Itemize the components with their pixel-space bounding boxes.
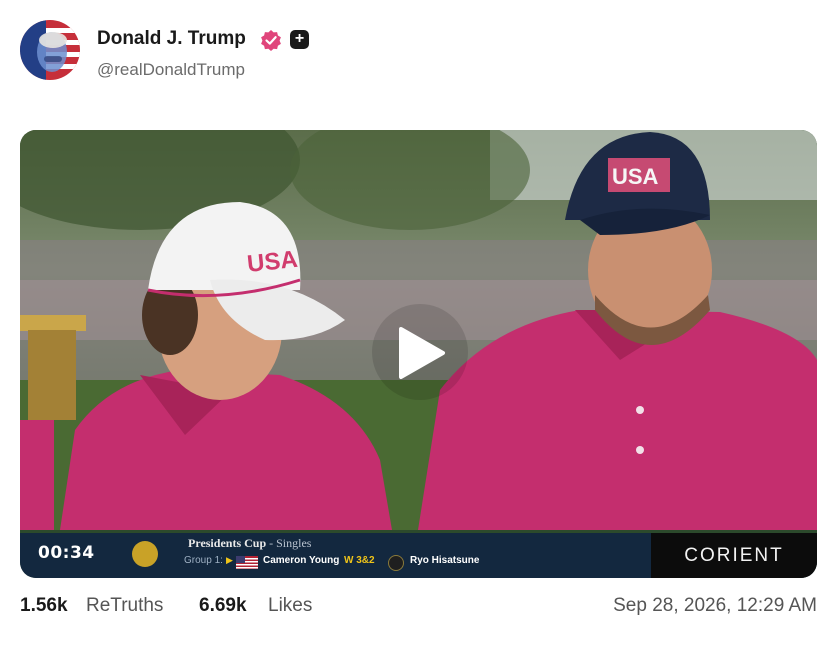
retruths-count[interactable]: 1.56k [20,595,68,617]
us-flag-icon [236,556,258,569]
likes-count[interactable]: 6.69k [199,595,247,617]
verified-badge-icon [261,30,281,51]
sponsor-label: CORIENT [651,533,817,578]
event-name: Presidents Cup [188,536,267,550]
retruths-label[interactable]: ReTruths [86,595,163,617]
svg-text:USA: USA [246,246,299,278]
likes-label[interactable]: Likes [268,595,312,617]
author-handle[interactable]: @realDonaldTrump [97,60,245,80]
player2-name: Ryo Hisatsune [410,555,480,566]
presidents-cup-logo-icon [132,541,158,567]
match-result: W 3&2 [344,555,375,566]
post-stats: 1.56k ReTruths 6.69k Likes Sep 28, 2026,… [20,595,820,621]
svg-text:USA: USA [612,164,659,189]
author-display-name[interactable]: Donald J. Trump [97,28,246,50]
event-format: - Singles [269,536,312,550]
player1-name: Cameron Young [263,555,340,566]
event-title: Presidents Cup - Singles [188,536,311,551]
plus-badge-icon: + [290,30,309,49]
video-scorebug: 00:34 Presidents Cup - Singles Group 1: … [20,533,817,578]
group-label: Group 1: [184,555,223,566]
arrow-icon: ▶ [226,555,233,565]
avatar-image [20,20,80,80]
author-avatar[interactable] [20,20,80,80]
video-player[interactable]: USA USA 00:34 Presidents Cup - Singles G… [20,130,817,578]
post-header: Donald J. Trump + @realDonaldTrump [20,20,820,82]
post-date[interactable]: Sep 28, 2026, 12:29 AM [613,595,817,617]
play-icon[interactable] [397,325,447,381]
video-timestamp: 00:34 [38,543,95,563]
international-team-icon [388,555,404,571]
